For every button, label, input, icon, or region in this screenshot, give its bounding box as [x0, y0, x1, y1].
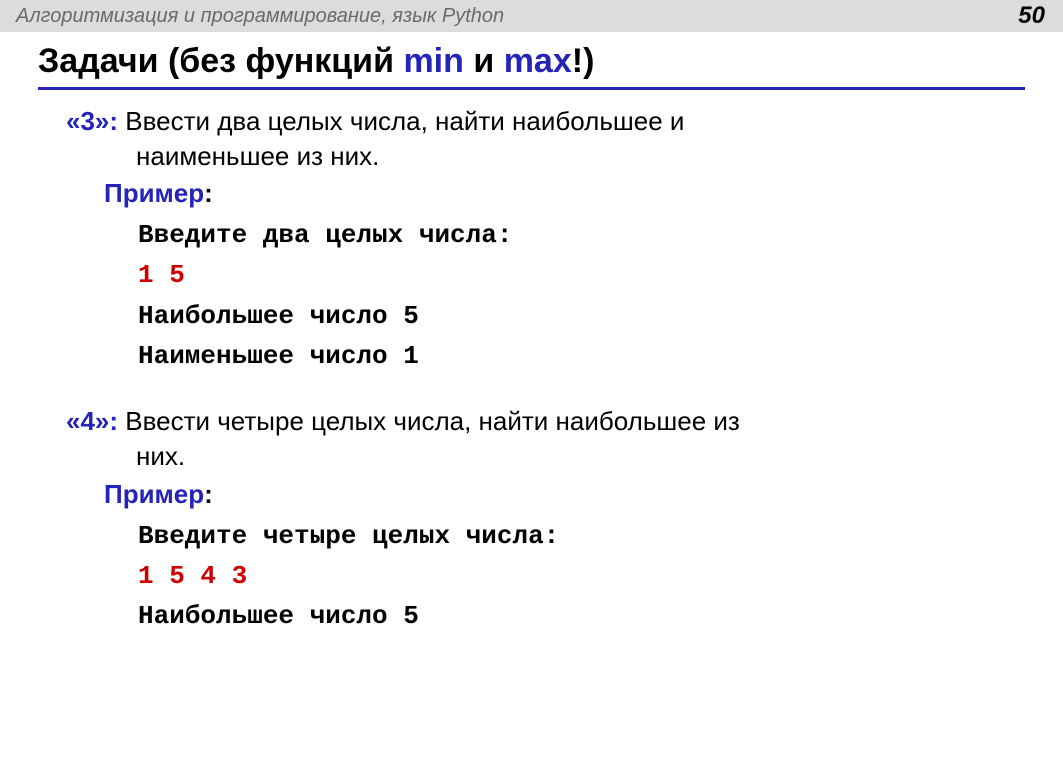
title-suffix: !): [572, 42, 595, 80]
title-func-max: max: [504, 42, 572, 80]
title-and: и: [464, 42, 504, 80]
slide-header: Алгоритмизация и программирование, язык …: [0, 0, 1063, 32]
task-4: «4»: Ввести четыре целых числа, найти на…: [38, 404, 1025, 636]
example-word: Пример: [104, 178, 204, 208]
code-block-3: Введите два целых числа: 1 5 Наибольшее …: [138, 215, 1025, 376]
task-3: «3»: Ввести два целых числа, найти наибо…: [38, 104, 1025, 376]
page-number: 50: [1018, 2, 1045, 30]
task-4-text: «4»: Ввести четыре целых числа, найти на…: [66, 404, 1025, 439]
code-3-out2: Наименьшее число 1: [138, 336, 1025, 376]
code-4-input: 1 5 4 3: [138, 556, 1025, 596]
task-4-line1: Ввести четыре целых числа, найти наиболь…: [118, 406, 740, 436]
example-4-label: Пример:: [104, 479, 1025, 510]
code-4-prompt: Введите четыре целых числа:: [138, 516, 1025, 556]
subject-title: Алгоритмизация и программирование, язык …: [16, 5, 504, 28]
grade-4-label: «4»:: [66, 406, 118, 436]
code-3-input: 1 5: [138, 255, 1025, 295]
title-prefix: Задачи (без функций: [38, 42, 403, 80]
slide-content: Задачи (без функций min и max!) «3»: Вве…: [0, 32, 1063, 636]
task-3-line1: Ввести два целых числа, найти наибольшее…: [118, 106, 684, 136]
title-func-min: min: [403, 42, 463, 80]
code-block-4: Введите четыре целых числа: 1 5 4 3 Наиб…: [138, 516, 1025, 637]
example-word: Пример: [104, 479, 204, 509]
code-4-out1: Наибольшее число 5: [138, 596, 1025, 636]
code-3-out1: Наибольшее число 5: [138, 296, 1025, 336]
example-3-label: Пример:: [104, 178, 1025, 209]
task-3-text: «3»: Ввести два целых числа, найти наибо…: [66, 104, 1025, 139]
main-title: Задачи (без функций min и max!): [38, 42, 1025, 90]
task-4-line2: них.: [38, 439, 1025, 474]
task-3-line2: наименьшее из них.: [38, 139, 1025, 174]
code-3-prompt: Введите два целых числа:: [138, 215, 1025, 255]
example-colon: :: [204, 479, 213, 509]
grade-3-label: «3»:: [66, 106, 118, 136]
example-colon: :: [204, 178, 213, 208]
